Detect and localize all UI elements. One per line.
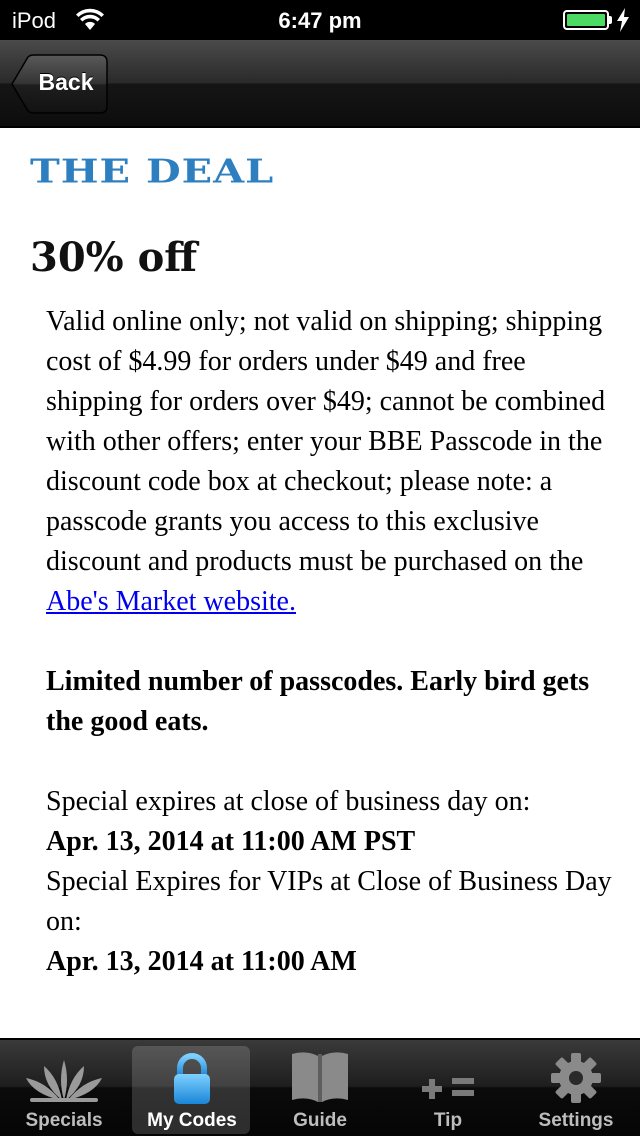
calculator-icon — [422, 1078, 474, 1099]
lotus-icon — [26, 1060, 102, 1102]
tab-guide[interactable]: Guide — [256, 1040, 384, 1136]
vip-expires-label: Special Expires for VIPs at Close of Bus… — [46, 866, 612, 937]
tab-bar: Specials My Codes Guide Tip Settings — [0, 1038, 640, 1136]
terms-text: Valid online only; not valid on shipping… — [46, 306, 606, 577]
tab-label: My Codes — [147, 1110, 237, 1131]
limited-notice: Limited number of passcodes. Early bird … — [46, 666, 590, 737]
status-time: 6:47 pm — [278, 8, 362, 33]
tab-label: Specials — [25, 1110, 103, 1131]
padlock-icon — [174, 1053, 210, 1104]
back-button[interactable]: Back — [10, 54, 108, 114]
gear-icon — [551, 1053, 601, 1103]
battery-icon — [563, 10, 609, 30]
battery-fill — [567, 14, 605, 26]
charging-bolt-icon — [617, 8, 629, 32]
tab-tip[interactable]: Tip — [384, 1040, 512, 1136]
battery-tip — [609, 16, 612, 24]
deal-content[interactable]: THE DEAL 30% off Valid online only; not … — [0, 130, 640, 1036]
expiry-block: Special expires at close of business day… — [46, 782, 616, 982]
vip-expires-date: Apr. 13, 2014 at 11:00 AM — [46, 946, 357, 977]
tab-settings[interactable]: Settings — [512, 1040, 640, 1136]
tab-specials[interactable]: Specials — [0, 1040, 128, 1136]
deal-headline: 30% off — [30, 234, 198, 281]
status-bar: iPod 6:47 pm — [0, 0, 640, 40]
abes-market-link[interactable]: Abe's Market website. — [46, 586, 296, 617]
expires-label: Special expires at close of business day… — [46, 786, 531, 817]
tab-my-codes[interactable]: My Codes — [128, 1040, 256, 1136]
tab-label: Settings — [538, 1110, 614, 1131]
navigation-bar: Back — [0, 40, 640, 128]
tab-label: Guide — [293, 1110, 347, 1131]
book-icon — [292, 1052, 348, 1102]
tab-label: Tip — [433, 1110, 463, 1131]
expires-date: Apr. 13, 2014 at 11:00 AM PST — [46, 826, 416, 857]
deal-details: Valid online only; not valid on shipping… — [46, 302, 616, 982]
terms-paragraph: Valid online only; not valid on shipping… — [46, 302, 616, 622]
back-button-label: Back — [38, 69, 94, 95]
section-header: THE DEAL — [30, 152, 275, 191]
